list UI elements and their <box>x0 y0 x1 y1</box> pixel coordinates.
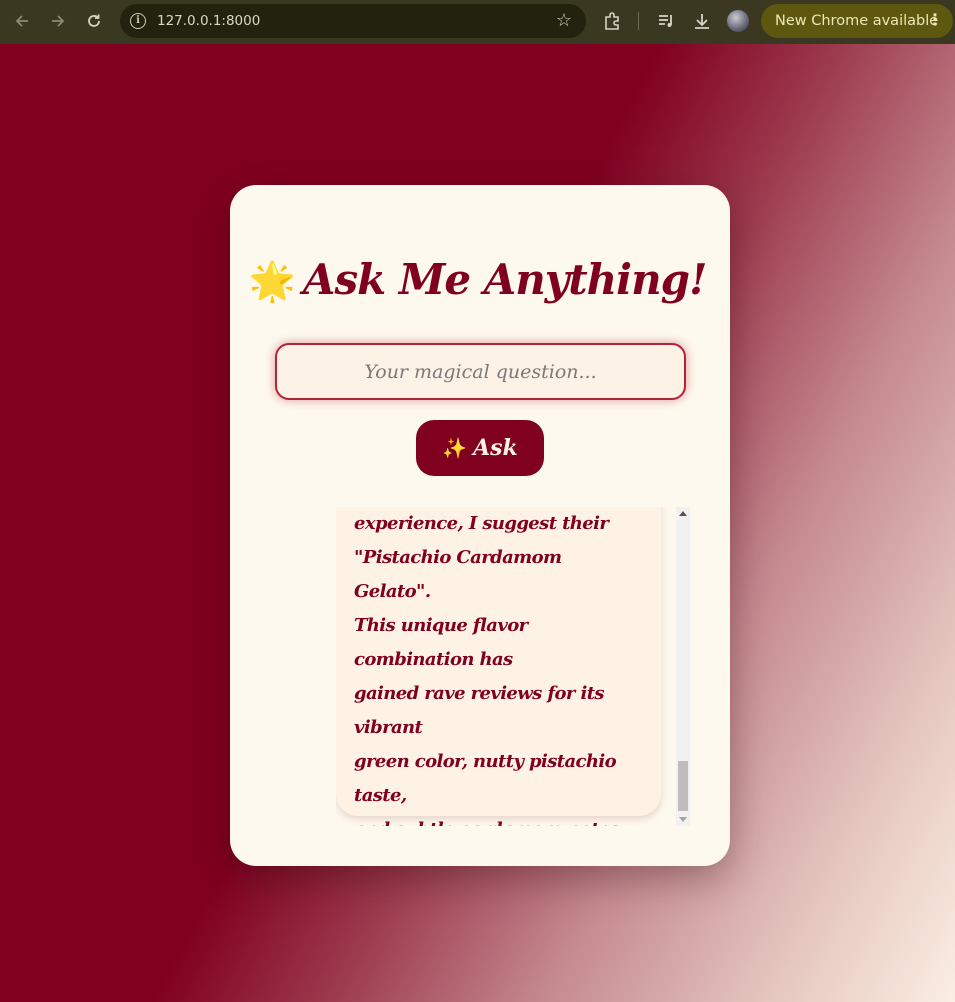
page-title: 🌟 Ask Me Anything! <box>0 255 955 304</box>
kebab-menu-icon[interactable]: ⋮ <box>927 10 943 29</box>
update-chrome-button[interactable]: New Chrome available ⋮ <box>761 4 953 38</box>
answer-line: "Pistachio Cardamom Gelato". <box>354 547 562 602</box>
answer-scroll-area[interactable]: experience, I suggest their "Pistachio Ca… <box>336 507 690 826</box>
toolbar-divider <box>638 12 639 30</box>
answer-text: experience, I suggest their "Pistachio Ca… <box>354 507 643 826</box>
puzzle-icon[interactable] <box>602 6 622 41</box>
ask-button[interactable]: ✨ Ask <box>416 420 544 476</box>
media-queue-icon[interactable] <box>656 6 676 41</box>
answer-line: green color, nutty pistachio taste, <box>354 751 617 806</box>
browser-toolbar: i 127.0.0.1:8000 ☆ New Chrome available … <box>0 0 955 44</box>
scrollbar-thumb[interactable] <box>678 761 688 811</box>
answer-line: This unique flavor combination has <box>354 615 528 670</box>
forward-arrow-icon[interactable] <box>40 3 76 39</box>
download-icon[interactable] <box>692 6 712 41</box>
url-text: 127.0.0.1:8000 <box>157 13 261 29</box>
answer-box: experience, I suggest their "Pistachio Ca… <box>336 507 661 826</box>
answer-line: experience, I suggest their <box>354 513 609 534</box>
avatar[interactable] <box>727 10 749 32</box>
answer-line: gained rave reviews for its vibrant <box>354 683 605 738</box>
sparkles-icon: ✨ <box>442 436 468 460</box>
question-input[interactable] <box>275 343 686 400</box>
ask-label: Ask <box>473 435 518 461</box>
answer-line: and subtle cardamom notes. It's <box>354 813 643 826</box>
title-text: Ask Me Anything! <box>302 255 708 304</box>
scroll-up-icon[interactable] <box>679 511 687 516</box>
scroll-down-icon[interactable] <box>679 817 687 822</box>
info-icon[interactable]: i <box>130 13 146 29</box>
star-icon[interactable]: ☆ <box>556 10 572 31</box>
reload-icon[interactable] <box>76 3 112 39</box>
answer-scrollbar[interactable] <box>676 507 690 826</box>
address-bar[interactable]: i 127.0.0.1:8000 ☆ <box>120 4 586 38</box>
update-label: New Chrome available <box>775 13 939 29</box>
back-arrow-icon[interactable] <box>4 3 40 39</box>
glowing-star-icon: 🌟 <box>248 258 296 303</box>
